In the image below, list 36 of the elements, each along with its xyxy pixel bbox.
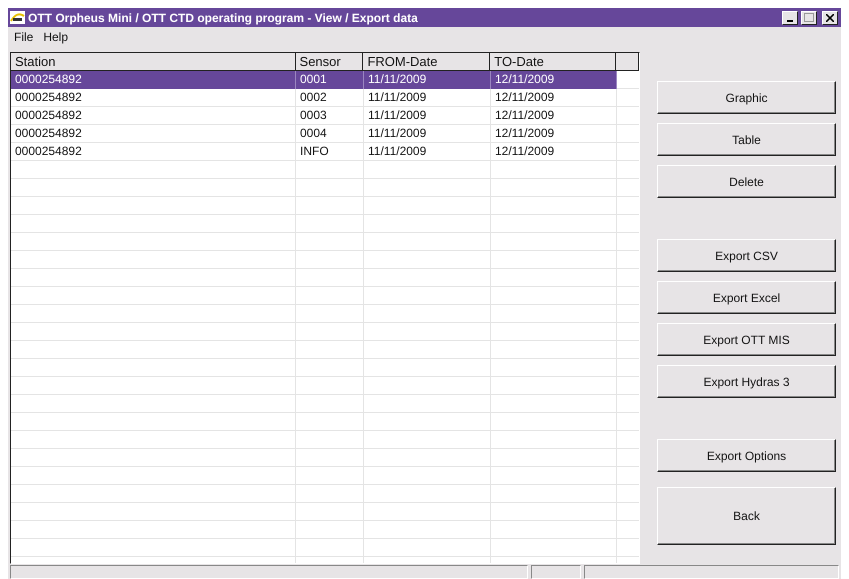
- action-button[interactable]: Export OTT MIS: [657, 323, 836, 356]
- column-header[interactable]: Station: [11, 53, 296, 71]
- window-title: OTT Orpheus Mini / OTT CTD operating program - View / Export data: [28, 10, 419, 24]
- table-cell[interactable]: 12/11/2009: [491, 125, 617, 143]
- table-cell[interactable]: 0004: [296, 125, 364, 143]
- table-cell[interactable]: 0003: [296, 107, 364, 125]
- table-cell[interactable]: 0001: [296, 71, 364, 89]
- table-cell[interactable]: INFO: [296, 143, 364, 161]
- menu-item[interactable]: Help: [43, 30, 68, 45]
- table-cell[interactable]: 0000254892: [11, 71, 296, 89]
- action-button[interactable]: Delete: [657, 165, 836, 198]
- back-button[interactable]: Back: [657, 487, 836, 545]
- table-cell[interactable]: 12/11/2009: [491, 71, 617, 89]
- action-button[interactable]: Export Options: [657, 439, 836, 472]
- action-button[interactable]: Export Excel: [657, 281, 836, 314]
- table-cell[interactable]: 12/11/2009: [491, 143, 617, 161]
- column-header[interactable]: TO-Date: [490, 53, 616, 71]
- menu-item[interactable]: File: [14, 30, 34, 45]
- action-button[interactable]: Graphic: [657, 81, 836, 114]
- table-cell[interactable]: 0000254892: [11, 125, 296, 143]
- table-cell[interactable]: 12/11/2009: [491, 89, 617, 107]
- action-button[interactable]: Export Hydras 3: [657, 365, 836, 398]
- table-cell[interactable]: 11/11/2009: [364, 107, 491, 125]
- table-cell[interactable]: 11/11/2009: [364, 143, 491, 161]
- table-cell[interactable]: 0000254892: [11, 89, 296, 107]
- column-header[interactable]: FROM-Date: [363, 53, 490, 71]
- action-button[interactable]: Export CSV: [657, 239, 836, 272]
- table-cell[interactable]: 11/11/2009: [364, 125, 491, 143]
- table-cell[interactable]: 0000254892: [11, 107, 296, 125]
- table-cell[interactable]: 12/11/2009: [491, 107, 617, 125]
- table-cell[interactable]: 0000254892: [11, 143, 296, 161]
- action-button[interactable]: Table: [657, 123, 836, 156]
- table-cell[interactable]: 11/11/2009: [364, 89, 491, 107]
- table-cell[interactable]: 11/11/2009: [364, 71, 491, 89]
- table-cell[interactable]: 0002: [296, 89, 364, 107]
- column-header[interactable]: Sensor: [296, 53, 364, 71]
